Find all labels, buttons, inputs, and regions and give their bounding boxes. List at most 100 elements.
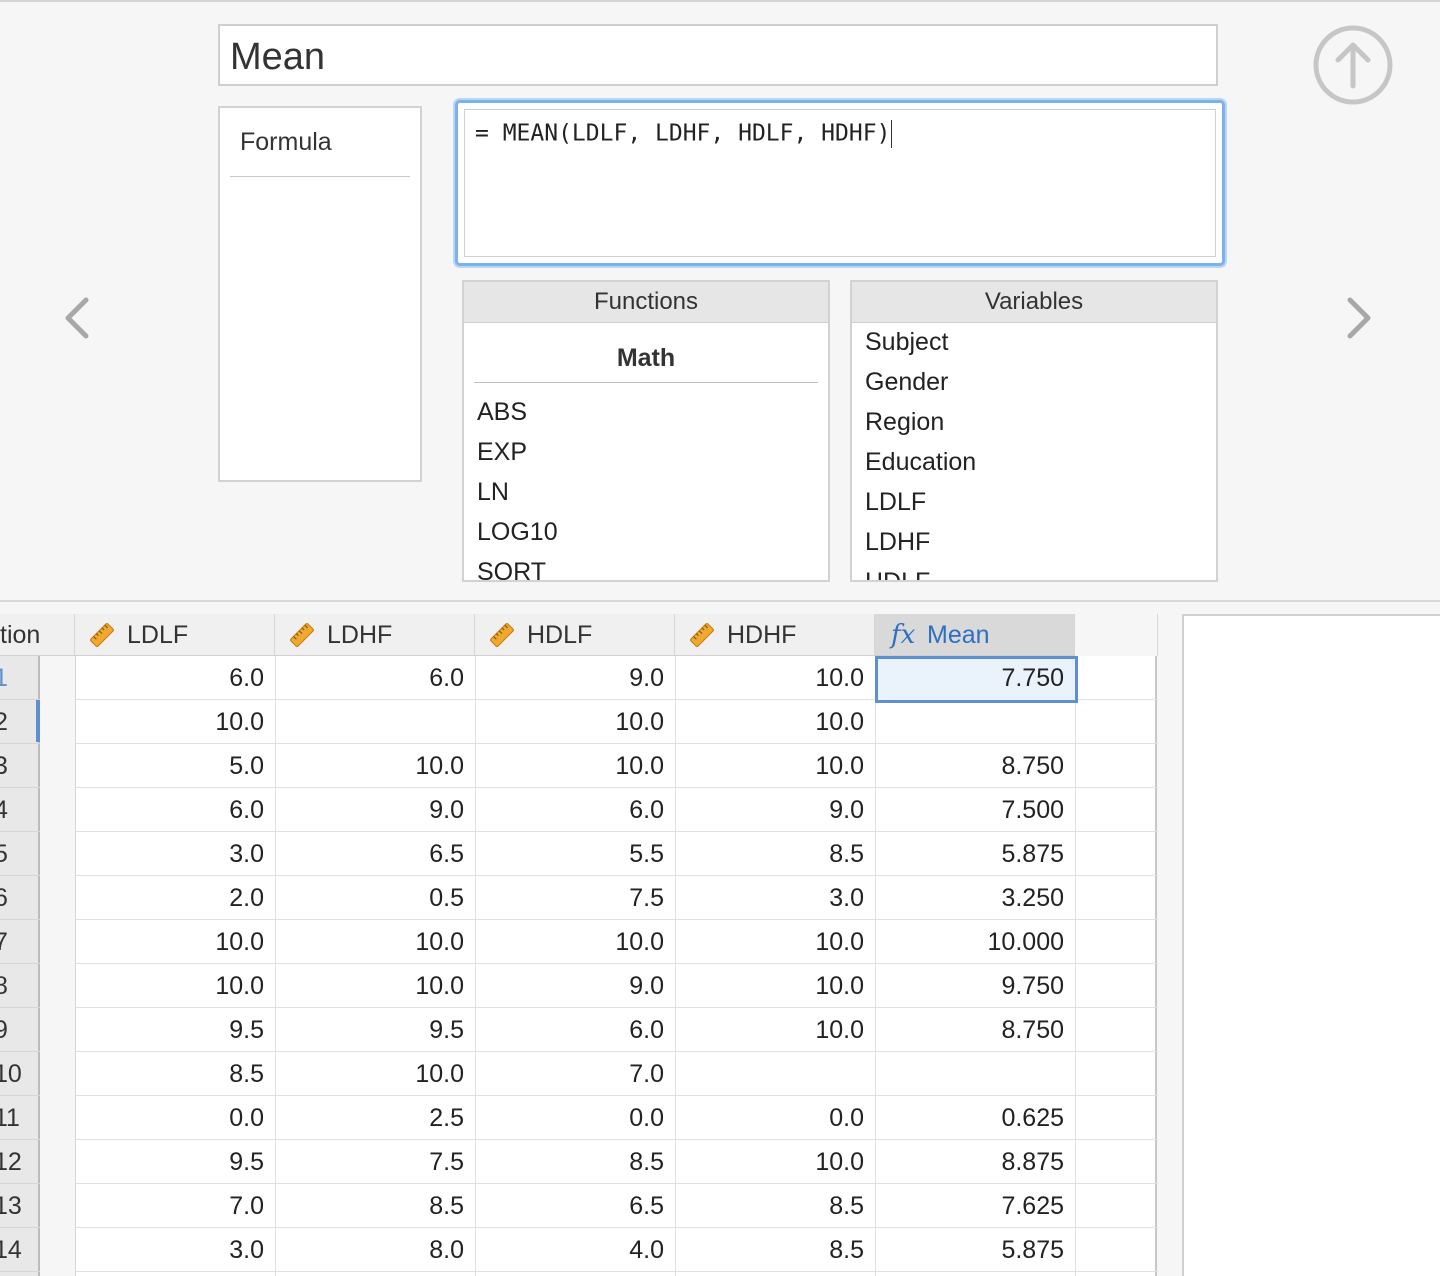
row-number[interactable]: 8 [0,964,40,1008]
row-number[interactable]: 5 [0,832,40,876]
table-cell[interactable]: 10.000 [876,920,1076,964]
row-number[interactable]: 10 [0,1052,40,1096]
table-cell[interactable]: 10.0 [76,700,276,744]
table-cell[interactable]: 10.0 [276,1052,476,1096]
table-cell[interactable]: 6.5 [276,832,476,876]
table-cell[interactable]: 8.5 [676,1228,876,1272]
variable-item-ldhf[interactable]: LDHF [865,528,930,557]
row-number[interactable]: 7 [0,920,40,964]
table-cell[interactable]: 6.0 [276,656,476,700]
table-cell[interactable]: 9.0 [676,788,876,832]
column-header-ldhf[interactable]: LDHF [275,614,475,656]
column-header-partial[interactable]: tion [0,614,75,656]
table-cell[interactable]: 7.0 [76,1184,276,1228]
table-cell[interactable]: 6.0 [476,788,676,832]
function-item-ln[interactable]: LN [477,478,509,507]
table-cell[interactable]: 10.0 [676,656,876,700]
table-cell[interactable]: 9.0 [476,964,676,1008]
row-number[interactable]: 12 [0,1140,40,1184]
table-cell[interactable]: 10.0 [676,920,876,964]
tab-formula[interactable]: Formula [240,128,332,157]
table-cell[interactable]: 2.5 [276,1096,476,1140]
table-cell[interactable]: 10.0 [276,744,476,788]
table-cell[interactable] [876,1052,1076,1096]
table-cell[interactable]: 3.0 [676,876,876,920]
variable-item-region[interactable]: Region [865,408,944,437]
row-number[interactable]: 3 [0,744,40,788]
table-cell[interactable]: 10.0 [676,744,876,788]
function-item-exp[interactable]: EXP [477,438,527,467]
table-cell[interactable]: 8.5 [676,1184,876,1228]
column-header-hdlf[interactable]: HDLF [475,614,675,656]
row-number[interactable]: 13 [0,1184,40,1228]
table-cell[interactable]: 8.750 [876,744,1076,788]
table-cell[interactable]: 10.0 [676,1008,876,1052]
table-cell[interactable]: 0.0 [476,1096,676,1140]
row-number[interactable]: 2 [0,700,40,744]
table-cell[interactable]: 7.625 [876,1184,1076,1228]
table-cell[interactable]: 5.0 [76,744,276,788]
row-number[interactable]: 6 [0,876,40,920]
table-cell[interactable]: 6.0 [76,788,276,832]
table-cell[interactable]: 3.0 [76,1228,276,1272]
column-header-mean[interactable]: fx Mean [875,614,1075,656]
table-cell[interactable]: 10.0 [76,964,276,1008]
formula-editor[interactable]: = MEAN(LDLF, LDHF, HDLF, HDHF) [455,100,1225,266]
function-item-log10[interactable]: LOG10 [477,518,558,547]
table-cell[interactable]: 9.0 [476,656,676,700]
table-cell[interactable]: 7.750 [876,656,1076,700]
next-variable-button[interactable] [1336,292,1380,344]
table-cell[interactable]: 9.750 [876,964,1076,1008]
table-cell[interactable]: 0.0 [76,1096,276,1140]
table-cell[interactable]: 5.875 [876,1228,1076,1272]
row-number[interactable]: 9 [0,1008,40,1052]
table-cell[interactable]: 0.625 [876,1096,1076,1140]
table-cell[interactable]: 8.5 [276,1184,476,1228]
table-cell[interactable]: 10.0 [76,920,276,964]
table-cell[interactable]: 9.5 [76,1140,276,1184]
table-cell[interactable]: 8.0 [276,1228,476,1272]
table-cell[interactable]: 10.0 [476,744,676,788]
table-cell[interactable]: 5.875 [876,832,1076,876]
variable-item-ldlf[interactable]: LDLF [865,488,926,517]
variable-item-gender[interactable]: Gender [865,368,948,397]
function-item-sqrt[interactable]: SQRT [477,558,546,580]
column-header-ldlf[interactable]: LDLF [75,614,275,656]
table-cell[interactable]: 2.0 [76,876,276,920]
table-cell[interactable]: 5.5 [476,832,676,876]
function-item-abs[interactable]: ABS [477,398,527,427]
table-cell[interactable]: 4.0 [476,1228,676,1272]
table-cell[interactable]: 10.0 [676,700,876,744]
table-cell[interactable]: 8.5 [476,1140,676,1184]
collapse-setup-button[interactable] [1312,24,1394,106]
table-cell[interactable]: 10.0 [276,964,476,1008]
table-cell[interactable]: 8.5 [76,1052,276,1096]
table-cell[interactable]: 6.0 [76,656,276,700]
table-cell[interactable]: 7.500 [876,788,1076,832]
row-number[interactable]: 14 [0,1228,40,1272]
table-cell[interactable]: 7.5 [476,876,676,920]
table-cell[interactable]: 8.5 [676,832,876,876]
table-cell[interactable]: 3.250 [876,876,1076,920]
table-cell[interactable]: 10.0 [476,920,676,964]
table-cell[interactable] [676,1052,876,1096]
table-cell[interactable]: 8.875 [876,1140,1076,1184]
variable-item-education[interactable]: Education [865,448,976,477]
table-cell[interactable]: 6.0 [476,1008,676,1052]
table-cell[interactable]: 10.0 [276,920,476,964]
table-cell[interactable] [876,700,1076,744]
variable-name-field[interactable]: Mean [218,24,1218,86]
variable-item-hdlf[interactable]: HDLF [865,568,930,580]
table-cell[interactable]: 7.0 [476,1052,676,1096]
previous-variable-button[interactable] [56,292,100,344]
row-number[interactable]: 4 [0,788,40,832]
row-number[interactable]: 11 [0,1096,40,1140]
table-cell[interactable]: 8.750 [876,1008,1076,1052]
table-cell[interactable]: 6.5 [476,1184,676,1228]
table-cell[interactable]: 0.0 [676,1096,876,1140]
table-cell[interactable]: 9.5 [276,1008,476,1052]
table-cell[interactable]: 9.5 [76,1008,276,1052]
table-cell[interactable] [276,700,476,744]
column-header-hdhf[interactable]: HDHF [675,614,875,656]
row-number[interactable]: 1 [0,656,40,700]
